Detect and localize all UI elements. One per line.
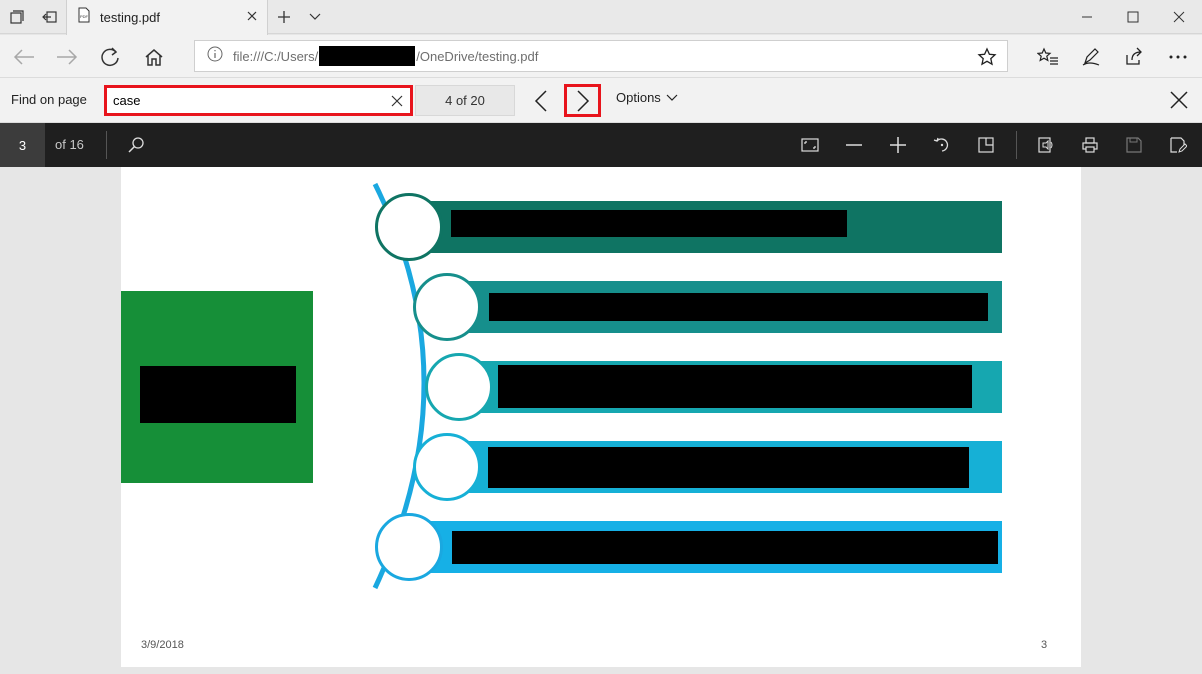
fit-to-page-icon[interactable] bbox=[790, 123, 830, 167]
share-icon[interactable] bbox=[1114, 35, 1154, 78]
pdf-page: 3/9/2018 3 bbox=[121, 167, 1081, 667]
timeline-circle-3 bbox=[425, 353, 493, 421]
redacted-text bbox=[451, 210, 847, 237]
redacted-text bbox=[488, 447, 969, 488]
redacted-text bbox=[498, 365, 972, 408]
tab-title: testing.pdf bbox=[100, 10, 160, 25]
set-aside-tabs-icon[interactable] bbox=[34, 0, 66, 34]
zoom-in-icon[interactable] bbox=[878, 123, 918, 167]
timeline-circle-1 bbox=[375, 193, 443, 261]
home-icon[interactable] bbox=[134, 35, 174, 78]
pdf-toolbar: 3 of 16 bbox=[0, 123, 1202, 167]
find-input[interactable]: case bbox=[104, 85, 413, 116]
page-number-input[interactable]: 3 bbox=[0, 123, 45, 167]
rotate-icon[interactable] bbox=[922, 123, 962, 167]
save-as-icon[interactable] bbox=[1158, 123, 1198, 167]
redacted-username bbox=[319, 46, 416, 66]
close-find-icon[interactable] bbox=[1166, 87, 1192, 113]
pdf-file-icon: PDF bbox=[76, 7, 92, 28]
url-prefix: file:///C:/Users/ bbox=[233, 48, 319, 64]
tab-close-icon[interactable] bbox=[245, 9, 259, 28]
tab-list-chevron-icon[interactable] bbox=[303, 0, 327, 34]
options-label: Options bbox=[616, 90, 661, 105]
page-layout-icon[interactable] bbox=[966, 123, 1006, 167]
tab-preview-icon[interactable] bbox=[0, 0, 34, 34]
slide-footer-page-number: 3 bbox=[1041, 639, 1048, 651]
new-tab-icon[interactable] bbox=[272, 0, 296, 34]
options-button[interactable]: Options bbox=[616, 90, 678, 105]
tab-testing-pdf[interactable]: PDF testing.pdf bbox=[66, 0, 268, 35]
redacted-text bbox=[452, 531, 998, 564]
previous-match-icon[interactable] bbox=[528, 85, 554, 116]
favorite-star-icon[interactable] bbox=[977, 47, 997, 72]
pen-notes-icon[interactable] bbox=[1071, 35, 1111, 78]
url-suffix: /OneDrive/testing.pdf bbox=[416, 48, 539, 64]
zoom-out-icon[interactable] bbox=[834, 123, 874, 167]
print-icon[interactable] bbox=[1070, 123, 1110, 167]
maximize-icon[interactable] bbox=[1110, 0, 1156, 34]
timeline-circle-5 bbox=[375, 513, 443, 581]
favorites-hub-icon[interactable] bbox=[1028, 35, 1068, 78]
find-label: Find on page bbox=[11, 92, 87, 107]
window-close-icon[interactable] bbox=[1156, 0, 1202, 34]
slide-footer-date: 3/9/2018 bbox=[141, 639, 184, 651]
find-input-value: case bbox=[113, 93, 141, 108]
url-text: file:///C:/Users/ /OneDrive/testing.pdf bbox=[233, 46, 538, 66]
save-icon[interactable] bbox=[1114, 123, 1154, 167]
timeline-circle-4 bbox=[413, 433, 481, 501]
address-toolbar: file:///C:/Users/ /OneDrive/testing.pdf bbox=[0, 35, 1202, 78]
forward-icon[interactable] bbox=[47, 35, 87, 78]
more-icon[interactable] bbox=[1158, 35, 1198, 78]
minimize-icon[interactable] bbox=[1064, 0, 1110, 34]
divider bbox=[106, 131, 107, 159]
svg-text:PDF: PDF bbox=[80, 14, 89, 19]
divider bbox=[1016, 131, 1017, 159]
find-bar: Find on page case 4 of 20 Options bbox=[0, 78, 1202, 123]
pdf-viewer[interactable]: 3/9/2018 3 bbox=[0, 167, 1202, 674]
timeline-circle-2 bbox=[413, 273, 481, 341]
read-aloud-icon[interactable] bbox=[1026, 123, 1066, 167]
tab-bar: PDF testing.pdf bbox=[0, 0, 1202, 35]
page-total: of 16 bbox=[55, 137, 84, 152]
back-icon[interactable] bbox=[4, 35, 44, 78]
redacted-text bbox=[489, 293, 988, 321]
info-icon[interactable] bbox=[207, 46, 223, 67]
search-icon[interactable] bbox=[116, 123, 156, 167]
match-count: 4 of 20 bbox=[415, 85, 515, 116]
refresh-icon[interactable] bbox=[90, 35, 130, 78]
address-bar[interactable]: file:///C:/Users/ /OneDrive/testing.pdf bbox=[194, 40, 1008, 72]
next-match-icon[interactable] bbox=[564, 84, 601, 117]
chevron-down-icon bbox=[666, 90, 678, 105]
clear-icon[interactable] bbox=[386, 90, 408, 112]
